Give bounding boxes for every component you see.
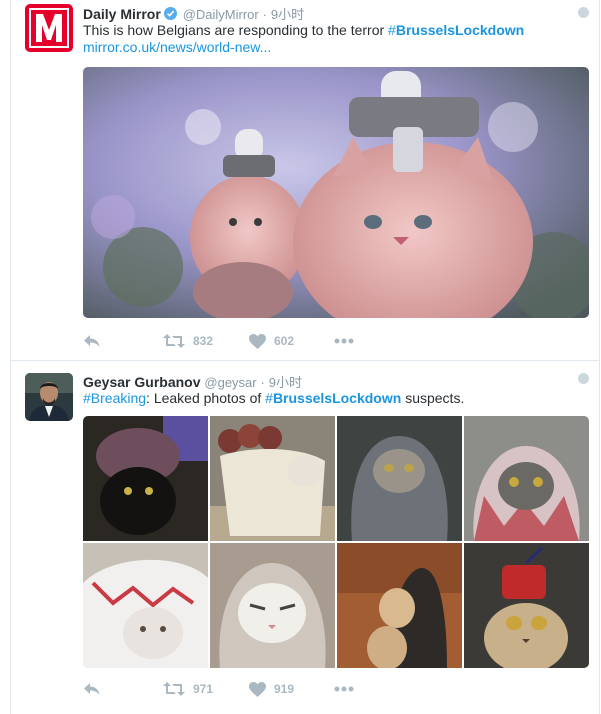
like-button[interactable]: 919	[249, 679, 294, 699]
username[interactable]: @geysar	[204, 375, 256, 390]
tweet-photo[interactable]	[83, 67, 589, 318]
reply-icon	[84, 335, 100, 347]
timestamp[interactable]: 9小时	[269, 375, 302, 390]
like-icon	[249, 681, 266, 697]
more-button[interactable]	[334, 331, 354, 351]
separator: ·	[262, 7, 267, 22]
timeline-right-border	[599, 0, 600, 714]
grid-photo[interactable]	[83, 543, 208, 668]
tweet-text-part: suspects.	[401, 390, 465, 406]
retweet-icon	[163, 334, 185, 348]
grid-photo[interactable]	[83, 416, 208, 541]
grid-photo[interactable]	[337, 543, 462, 668]
timestamp[interactable]: 9小时	[271, 7, 304, 22]
hashtag-link[interactable]: #Breaking	[83, 390, 146, 406]
hashtag-link[interactable]: #BrusselsLockdown	[265, 390, 401, 406]
display-name[interactable]: Daily Mirror	[83, 6, 161, 22]
retweet-count: 971	[193, 682, 214, 696]
like-count: 919	[274, 682, 295, 696]
like-count: 602	[274, 334, 295, 348]
hashtag-word: BrusselsLockdown	[272, 390, 402, 406]
reply-icon	[84, 683, 100, 695]
reply-button[interactable]	[83, 331, 101, 351]
like-icon	[249, 333, 266, 349]
grid-photo[interactable]	[210, 543, 335, 668]
like-button[interactable]: 602	[249, 331, 294, 351]
retweet-button[interactable]: 832	[163, 331, 213, 351]
avatar[interactable]	[25, 373, 73, 421]
photo-grid	[83, 416, 589, 668]
tweet[interactable]: Daily Mirror @DailyMirror · 9小时 This is …	[11, 0, 599, 360]
reply-button[interactable]	[83, 679, 101, 699]
more-button[interactable]	[334, 679, 354, 699]
grid-photo[interactable]	[464, 543, 589, 668]
more-icon	[334, 338, 354, 344]
grid-photo[interactable]	[464, 416, 589, 541]
hashtag-symbol: #	[265, 390, 273, 406]
retweet-count: 832	[193, 334, 214, 348]
hashtag-word: BrusselsLockdown	[395, 22, 525, 38]
tweet[interactable]: Geysar Gurbanov @geysar · 9小时 #Breaking:…	[11, 361, 599, 714]
verified-badge-icon	[163, 7, 177, 20]
display-name[interactable]: Geysar Gurbanov	[83, 374, 201, 390]
tweet-text: This is how Belgians are responding to t…	[83, 21, 524, 39]
more-icon	[334, 686, 354, 692]
tweet-text-part: This is how Belgians are responding to t…	[83, 22, 389, 38]
separator: ·	[260, 375, 265, 390]
tweet-text-part: : Leaked photos of	[146, 390, 266, 406]
retweet-icon	[163, 682, 185, 696]
profile-photo	[25, 373, 73, 421]
retweet-button[interactable]: 971	[163, 679, 213, 699]
grid-photo[interactable]	[337, 416, 462, 541]
article-link[interactable]: mirror.co.uk/news/world-new...	[83, 39, 271, 55]
chevron-down-icon[interactable]	[578, 7, 589, 18]
grid-photo[interactable]	[210, 416, 335, 541]
chevron-down-icon[interactable]	[578, 373, 589, 384]
username[interactable]: @DailyMirror	[183, 7, 259, 22]
daily-mirror-logo	[25, 4, 73, 52]
hashtag-symbol: #	[388, 22, 396, 38]
hashtag-link[interactable]: #BrusselsLockdown	[388, 22, 524, 38]
tweet-text: #Breaking: Leaked photos of #BrusselsLoc…	[83, 389, 464, 407]
avatar[interactable]	[25, 4, 73, 52]
